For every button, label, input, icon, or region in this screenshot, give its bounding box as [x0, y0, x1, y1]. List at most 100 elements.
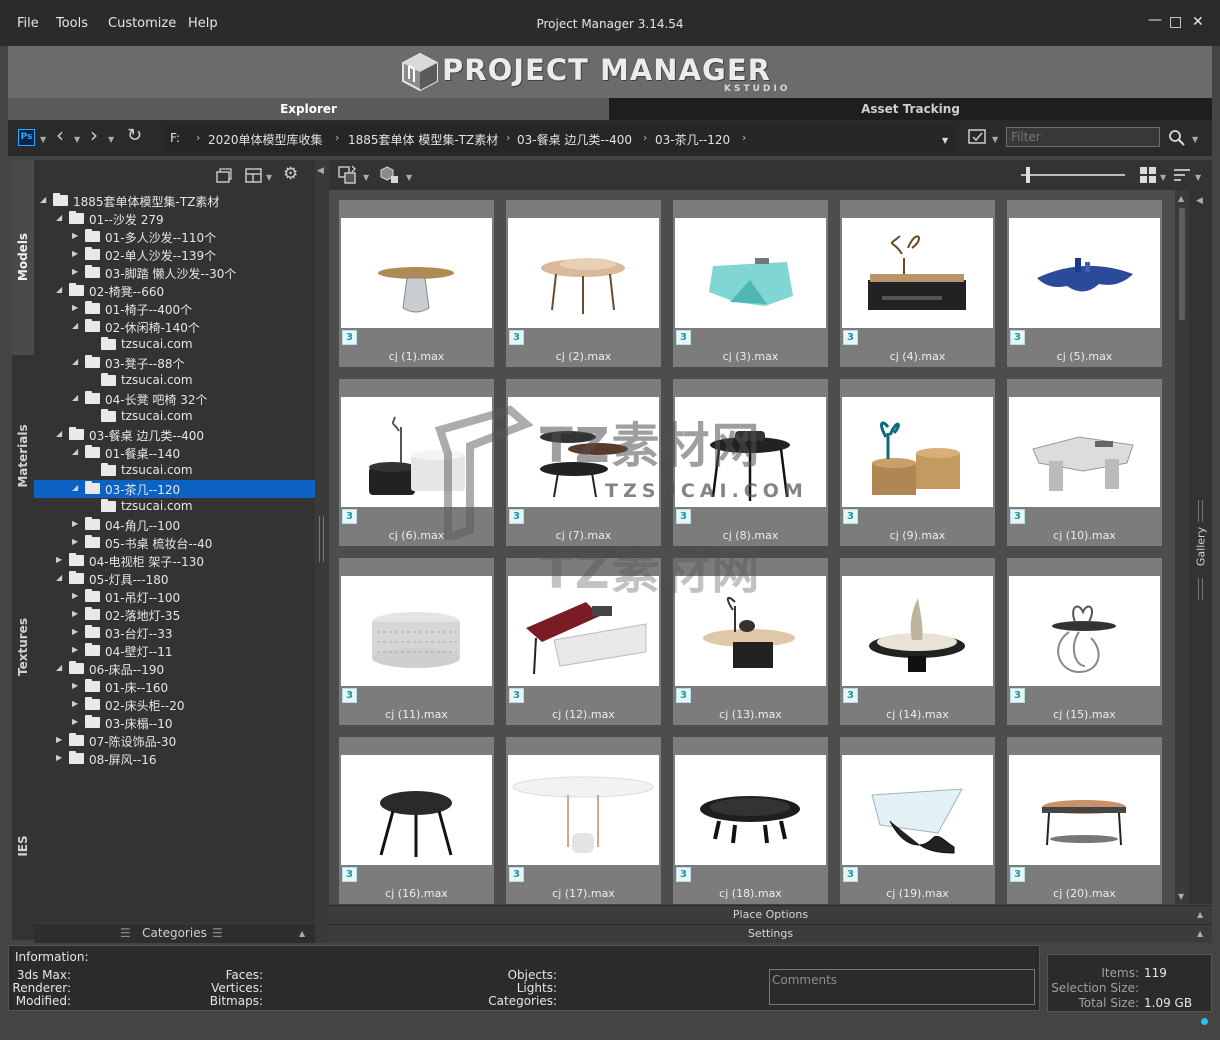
scroll-down-icon[interactable]: ▼: [1178, 892, 1184, 901]
expanded-arrow-icon[interactable]: ◢: [56, 429, 62, 438]
tree-item[interactable]: ▶ 03-脚踏 懒人沙发--30个: [34, 264, 315, 282]
collapse-right-icon[interactable]: ◀: [1196, 196, 1203, 206]
gallery-scrollbar[interactable]: ▲ ▼: [1175, 190, 1189, 904]
tree-item[interactable]: ▶ 08-屏风--16: [34, 750, 315, 768]
tree-item[interactable]: ▶ 01-椅子--400个: [34, 300, 315, 318]
expanded-arrow-icon[interactable]: ◢: [56, 213, 62, 222]
breadcrumb-separator-icon[interactable]: ›: [643, 131, 647, 144]
gallery-item[interactable]: 3 cj (20).max: [1007, 737, 1162, 904]
forward-dropdown-icon[interactable]: ▼: [108, 135, 114, 144]
thumbnail-image[interactable]: [341, 576, 492, 686]
collapsed-arrow-icon[interactable]: ▶: [72, 267, 78, 276]
thumbnail-image[interactable]: [1009, 218, 1160, 328]
comments-field[interactable]: Comments: [769, 969, 1035, 1005]
tree-item[interactable]: ▶ 01-吊灯--100: [34, 588, 315, 606]
swap-dropdown-icon[interactable]: ▼: [363, 173, 369, 182]
new-window-icon[interactable]: [215, 168, 233, 184]
tree-item[interactable]: ◢ 03-茶几--120: [34, 480, 315, 498]
expanded-arrow-icon[interactable]: ◢: [72, 357, 78, 366]
gallery-item[interactable]: 3 cj (10).max: [1007, 379, 1162, 546]
place-options-expand-icon[interactable]: ▲: [1197, 906, 1203, 924]
gallery-item[interactable]: 3 cj (3).max: [673, 200, 828, 367]
search-dropdown-icon[interactable]: ▼: [1192, 135, 1198, 144]
collapsed-arrow-icon[interactable]: ▶: [56, 735, 62, 744]
tree-item[interactable]: ◢ 02-休闲椅-140个: [34, 318, 315, 336]
gallery-item[interactable]: 3 cj (13).max: [673, 558, 828, 725]
tree-item[interactable]: ◢ 04-长凳 吧椅 32个: [34, 390, 315, 408]
collapsed-arrow-icon[interactable]: ▶: [72, 681, 78, 690]
tree-item[interactable]: ▶ 05-书桌 梳妆台--40: [34, 534, 315, 552]
gallery-item[interactable]: 3 cj (2).max: [506, 200, 661, 367]
expanded-arrow-icon[interactable]: ◢: [56, 285, 62, 294]
view-options-icon[interactable]: [968, 128, 988, 146]
thumbnail-size-slider-track[interactable]: [1021, 174, 1125, 176]
tree-item[interactable]: ▶ 02-落地灯-35: [34, 606, 315, 624]
tree-item[interactable]: ◢ 03-餐桌 边几类--400: [34, 426, 315, 444]
expanded-arrow-icon[interactable]: ◢: [72, 447, 78, 456]
gallery-item[interactable]: 3 cj (19).max: [840, 737, 995, 904]
gallery-item[interactable]: 3 cj (15).max: [1007, 558, 1162, 725]
tab-explorer[interactable]: Explorer: [8, 98, 609, 120]
thumbnail-image[interactable]: [508, 218, 659, 328]
expanded-arrow-icon[interactable]: ◢: [72, 393, 78, 402]
tree-item[interactable]: ◢ 05-灯具---180: [34, 570, 315, 588]
minimize-icon[interactable]: —: [1148, 12, 1162, 28]
gallery-item[interactable]: 3 cj (11).max: [339, 558, 494, 725]
gallery-item[interactable]: 3 cj (9).max: [840, 379, 995, 546]
objects-icon[interactable]: [379, 165, 401, 185]
breadcrumb-item[interactable]: 03-茶几--120: [655, 131, 730, 148]
gallery-item[interactable]: 3 cj (12).max: [506, 558, 661, 725]
breadcrumb-separator-icon[interactable]: ›: [335, 131, 339, 144]
tree-item[interactable]: ▶ 04-壁灯--11: [34, 642, 315, 660]
gallery-side-tab[interactable]: ◀ Gallery: [1189, 190, 1212, 904]
thumbnail-image[interactable]: [842, 218, 993, 328]
side-tab-models[interactable]: Models: [12, 160, 34, 355]
tree-item[interactable]: ◢ 02-椅凳--660: [34, 282, 315, 300]
breadcrumb-dropdown-icon[interactable]: ▼: [942, 136, 948, 145]
back-dropdown-icon[interactable]: ▼: [74, 135, 80, 144]
place-options-bar[interactable]: Place Options ▲: [329, 905, 1212, 924]
tab-asset-tracking[interactable]: Asset Tracking: [609, 98, 1212, 120]
filter-input[interactable]: [1006, 127, 1160, 147]
breadcrumb-item[interactable]: 2020单体模型库收集: [208, 131, 323, 148]
collapsed-arrow-icon[interactable]: ▶: [72, 591, 78, 600]
gallery-item[interactable]: 3 cj (5).max: [1007, 200, 1162, 367]
breadcrumb-separator-icon[interactable]: ›: [196, 131, 200, 144]
breadcrumb-item[interactable]: 1885套单体 模型集-TZ素材: [348, 131, 498, 148]
gallery-item[interactable]: 3 cj (8).max: [673, 379, 828, 546]
gallery-item[interactable]: 3 cj (16).max: [339, 737, 494, 904]
tree-item[interactable]: tzsucai.com: [34, 336, 315, 354]
tree-item[interactable]: ◢ 1885套单体模型集-TZ素材: [34, 192, 315, 210]
thumbnail-image[interactable]: [675, 218, 826, 328]
tree-item[interactable]: ▶ 01-床--160: [34, 678, 315, 696]
view-options-dropdown-icon[interactable]: ▼: [992, 135, 998, 144]
forward-icon[interactable]: ›: [90, 123, 98, 147]
side-tab-materials[interactable]: Materials: [12, 355, 34, 550]
tree-item[interactable]: ◢ 06-床品--190: [34, 660, 315, 678]
tree-item[interactable]: ▶ 03-台灯--33: [34, 624, 315, 642]
side-tab-textures[interactable]: Textures: [12, 550, 34, 745]
tree-item[interactable]: tzsucai.com: [34, 408, 315, 426]
thumbnail-image[interactable]: [341, 755, 492, 865]
thumbnail-image[interactable]: [842, 397, 993, 507]
tree-item[interactable]: tzsucai.com: [34, 498, 315, 516]
collapse-left-icon[interactable]: ◀: [317, 166, 324, 176]
thumbnail-size-slider-handle[interactable]: [1026, 167, 1030, 183]
thumbnail-image[interactable]: [1009, 397, 1160, 507]
refresh-icon[interactable]: ↻: [127, 125, 142, 146]
collapsed-arrow-icon[interactable]: ▶: [56, 753, 62, 762]
grid-view-dropdown-icon[interactable]: ▼: [1160, 173, 1166, 182]
collapsed-arrow-icon[interactable]: ▶: [72, 645, 78, 654]
expanded-arrow-icon[interactable]: ◢: [56, 573, 62, 582]
objects-dropdown-icon[interactable]: ▼: [406, 173, 412, 182]
expanded-arrow-icon[interactable]: ◢: [56, 663, 62, 672]
thumbnail-image[interactable]: [508, 397, 659, 507]
gallery-item[interactable]: 3 cj (18).max: [673, 737, 828, 904]
swap-icon[interactable]: [337, 165, 359, 185]
thumbnail-image[interactable]: [508, 576, 659, 686]
layout-icon[interactable]: [245, 168, 263, 184]
thumbnail-image[interactable]: [341, 397, 492, 507]
expanded-arrow-icon[interactable]: ◢: [72, 321, 78, 330]
expanded-arrow-icon[interactable]: ◢: [40, 195, 46, 204]
gallery-item[interactable]: 3 cj (17).max: [506, 737, 661, 904]
